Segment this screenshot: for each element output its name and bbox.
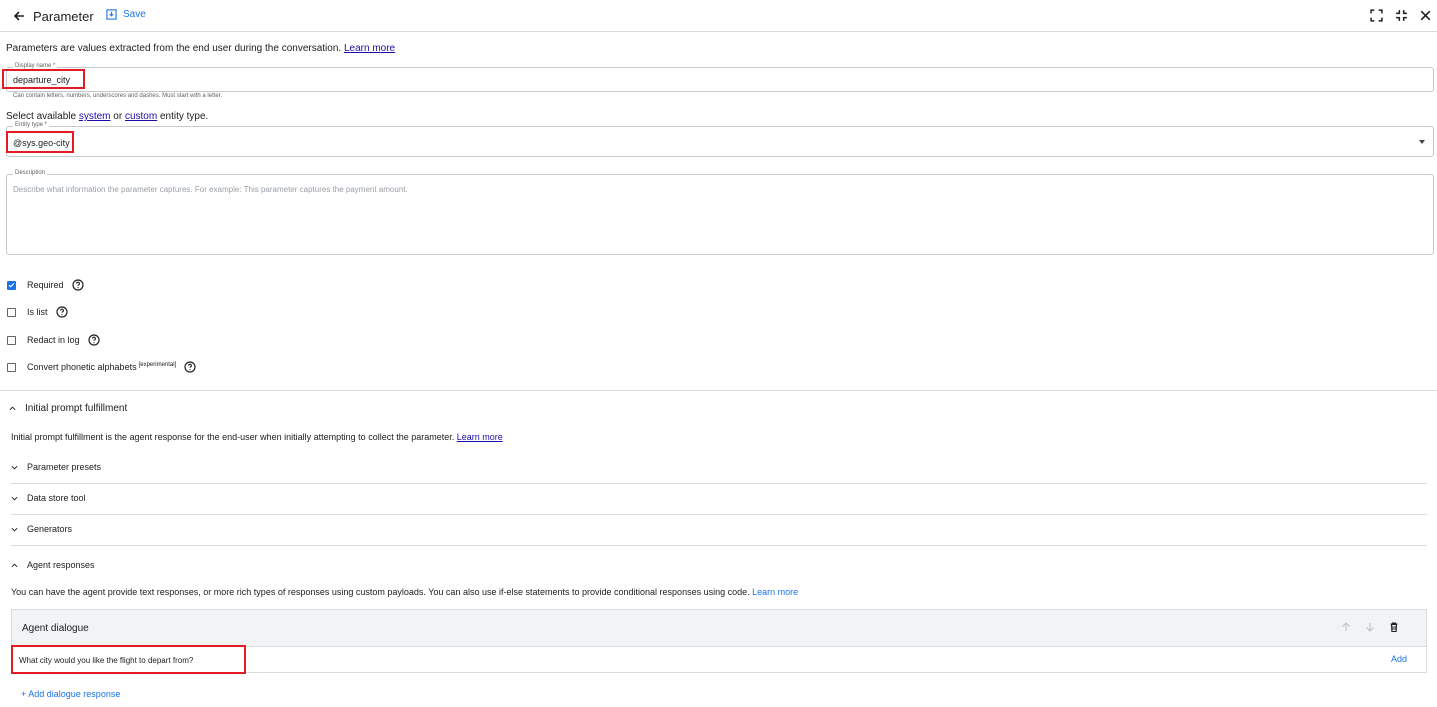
- help-icon[interactable]: [71, 279, 84, 291]
- exit-fullscreen-icon[interactable]: [1395, 9, 1408, 22]
- top-bar: Parameter Save: [0, 0, 1437, 32]
- arrow-down-icon[interactable]: [1364, 621, 1376, 633]
- close-icon[interactable]: [1419, 9, 1432, 22]
- divider: [0, 390, 1437, 391]
- display-name-hint: Can contain letters, numbers, underscore…: [13, 93, 223, 99]
- intro-text: Parameters are values extracted from the…: [6, 43, 396, 54]
- description-label: Description: [13, 169, 48, 177]
- back-arrow-icon[interactable]: [11, 8, 27, 24]
- initial-prompt-desc: Initial prompt fulfillment is the agent …: [11, 432, 503, 442]
- parameter-presets-header[interactable]: Parameter presets: [11, 462, 101, 472]
- chevron-down-icon: [1419, 140, 1425, 144]
- learn-more-link[interactable]: Learn more: [344, 43, 395, 54]
- chevron-down-icon: [11, 527, 18, 531]
- highlight-box: [6, 131, 74, 153]
- add-button[interactable]: Add: [1391, 654, 1407, 664]
- system-link[interactable]: system: [79, 111, 111, 122]
- phonetic-option[interactable]: Convert phonetic alphabets [experimental]: [7, 361, 196, 373]
- divider: [11, 514, 1427, 515]
- save-label: Save: [123, 9, 146, 20]
- page-title: Parameter: [33, 9, 94, 24]
- custom-link[interactable]: custom: [125, 111, 157, 122]
- description-placeholder: Describe what information the parameter …: [13, 185, 408, 194]
- highlight-box: [2, 69, 85, 89]
- agent-responses-desc: You can have the agent provide text resp…: [11, 587, 799, 597]
- save-icon: [106, 9, 117, 20]
- highlight-box: [11, 645, 246, 674]
- initial-prompt-header[interactable]: Initial prompt fulfillment: [9, 403, 127, 414]
- redact-option[interactable]: Redact in log: [7, 334, 100, 346]
- agent-dialogue-header: Agent dialogue: [12, 610, 1426, 647]
- dialogue-toolbar: [1340, 621, 1400, 633]
- phonetic-checkbox[interactable]: [7, 362, 16, 372]
- agent-responses-header[interactable]: Agent responses: [11, 560, 95, 570]
- agent-dialogue-title: Agent dialogue: [22, 623, 89, 634]
- learn-more-link[interactable]: Learn more: [457, 432, 503, 442]
- generators-header[interactable]: Generators: [11, 524, 72, 534]
- save-button[interactable]: Save: [106, 9, 146, 20]
- entity-type-select[interactable]: Entity type * @sys.geo-city: [6, 121, 1434, 157]
- help-icon[interactable]: [184, 361, 196, 373]
- display-name-field[interactable]: Display name * departure_city: [6, 62, 1434, 92]
- description-textarea[interactable]: Description Describe what information th…: [6, 169, 1434, 255]
- help-icon[interactable]: [55, 306, 68, 318]
- divider: [11, 545, 1427, 546]
- data-store-tool-header[interactable]: Data store tool: [11, 493, 86, 503]
- is-list-checkbox[interactable]: [7, 307, 16, 317]
- redact-checkbox[interactable]: [7, 335, 16, 345]
- trash-icon[interactable]: [1388, 621, 1400, 633]
- required-option[interactable]: Required: [7, 279, 84, 291]
- chevron-up-icon: [9, 406, 16, 411]
- learn-more-link[interactable]: Learn more: [752, 587, 798, 597]
- arrow-up-icon[interactable]: [1340, 621, 1352, 633]
- help-icon[interactable]: [87, 334, 100, 346]
- required-checkbox[interactable]: [7, 280, 16, 290]
- chevron-down-icon: [11, 465, 18, 469]
- chevron-up-icon: [11, 563, 18, 567]
- entity-type-label: Entity type *: [13, 121, 50, 129]
- check-icon: [8, 283, 15, 288]
- chevron-down-icon: [11, 496, 18, 500]
- is-list-option[interactable]: Is list: [7, 306, 68, 318]
- divider: [11, 483, 1427, 484]
- add-dialogue-response-button[interactable]: + Add dialogue response: [21, 689, 120, 699]
- fullscreen-icon[interactable]: [1370, 9, 1383, 22]
